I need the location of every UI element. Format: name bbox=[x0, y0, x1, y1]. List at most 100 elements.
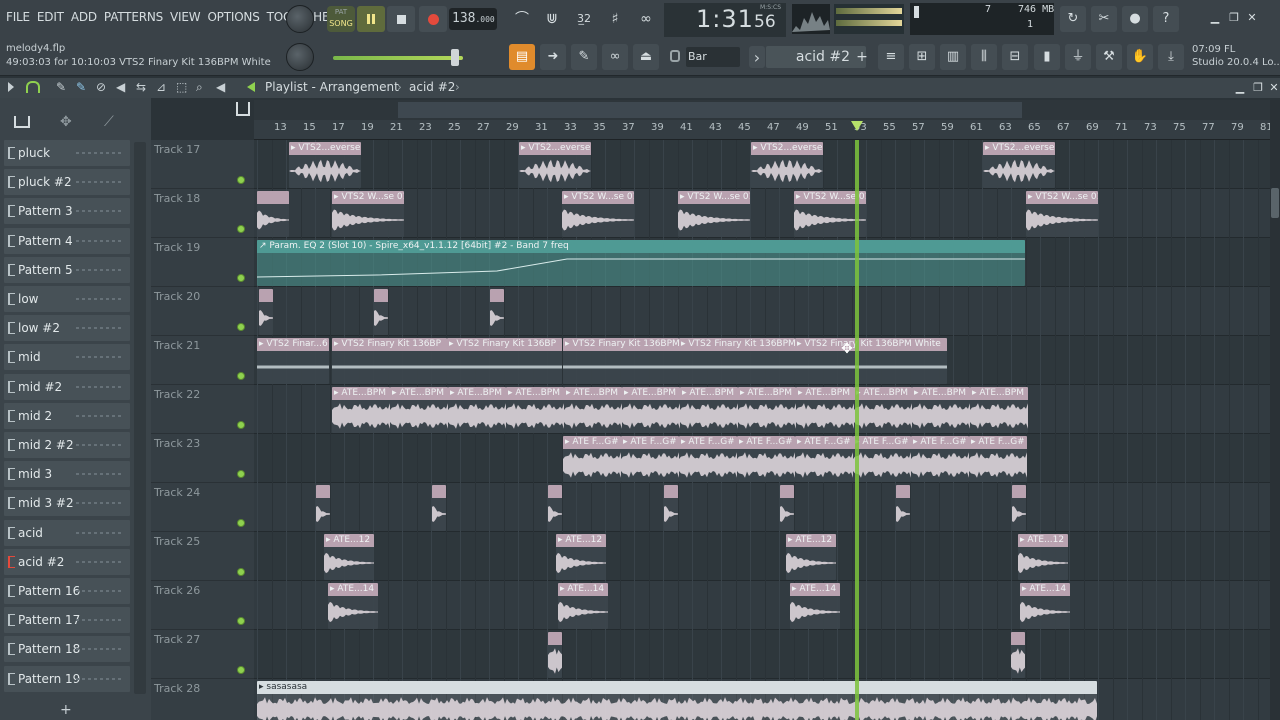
picker-item[interactable]: Pattern 3 bbox=[4, 198, 130, 225]
track-lane[interactable] bbox=[254, 581, 1270, 630]
picker-item[interactable]: acid bbox=[4, 519, 130, 546]
track-header[interactable]: Track 25 bbox=[151, 532, 254, 581]
playlist-grid[interactable]: ▸ VTS2...everse ▸ VTS2...everse ▸ VTS2...e… bbox=[254, 140, 1270, 720]
picker-audio-icon[interactable]: ✥ bbox=[60, 114, 72, 130]
playlist-minimize-icon[interactable]: ▁ bbox=[1232, 80, 1248, 96]
track-header[interactable]: Track 26 bbox=[151, 581, 254, 630]
audio-clip[interactable] bbox=[780, 485, 794, 531]
tempo-display[interactable]: 138.000 bbox=[449, 8, 497, 30]
link-icon[interactable]: ∞ bbox=[602, 44, 628, 70]
undo-history-icon[interactable]: ↻ bbox=[1060, 6, 1086, 32]
close-icon[interactable]: ✕ bbox=[1244, 10, 1260, 26]
record-button[interactable] bbox=[419, 6, 447, 32]
audio-clip[interactable] bbox=[1012, 485, 1026, 531]
menu-add[interactable]: ADD bbox=[71, 10, 97, 24]
track-lane[interactable] bbox=[254, 189, 1270, 238]
audio-clip[interactable] bbox=[432, 485, 446, 531]
menu-patterns[interactable]: PATTERNS bbox=[104, 10, 163, 24]
track-mute-led[interactable] bbox=[237, 568, 245, 576]
track-header[interactable]: Track 20 bbox=[151, 287, 254, 336]
audio-clip[interactable]: ▸ ATE...12 bbox=[556, 534, 606, 580]
audio-clip[interactable] bbox=[374, 289, 388, 335]
audio-clip[interactable]: ▸ ATE F...G# bbox=[795, 436, 853, 482]
picker-item[interactable]: low #2 bbox=[4, 315, 130, 342]
audio-clip[interactable]: ▸ ATE...12 bbox=[1018, 534, 1068, 580]
picker-scrollbar[interactable] bbox=[134, 142, 146, 694]
audio-clip[interactable]: ▸ ATE...14 bbox=[790, 583, 840, 629]
pattern-prev-icon[interactable]: › bbox=[749, 46, 765, 68]
audio-clip[interactable]: ▸ VTS2...everse bbox=[289, 142, 361, 188]
arrow-right-icon[interactable]: ➜ bbox=[540, 44, 566, 70]
audio-clip[interactable] bbox=[257, 191, 289, 237]
microphone-icon[interactable]: ● bbox=[1122, 6, 1148, 32]
track-mute-led[interactable] bbox=[237, 323, 245, 331]
picker-automation-icon[interactable]: ⟋ bbox=[104, 114, 114, 130]
track-header[interactable]: Track 17 bbox=[151, 140, 254, 189]
overview-viewport[interactable] bbox=[398, 102, 1022, 118]
audio-clip[interactable]: ▸ sasasasa bbox=[257, 681, 1097, 720]
track-header[interactable]: Track 19 bbox=[151, 238, 254, 287]
audio-clip[interactable]: ▸ ATE...BPM bbox=[390, 387, 448, 433]
main-volume-knob[interactable] bbox=[286, 5, 314, 33]
audio-clip[interactable] bbox=[664, 485, 678, 531]
audio-clip[interactable]: ▸ VTS2 Finary Kit 136BPM White bbox=[795, 338, 947, 384]
step-edit-icon[interactable]: ♯ bbox=[603, 8, 627, 30]
audio-clip[interactable]: ▸ ATE F...G# bbox=[969, 436, 1027, 482]
audio-clip[interactable]: ▸ ATE F...G# bbox=[563, 436, 621, 482]
snap-select[interactable]: Bar bbox=[686, 47, 740, 67]
playback-tool-icon[interactable]: ◀ bbox=[216, 80, 225, 94]
plugin-picker-icon[interactable]: ▮ bbox=[1034, 44, 1060, 70]
track-lane[interactable] bbox=[254, 287, 1270, 336]
audio-clip[interactable]: ▸ ATE...BPM bbox=[332, 387, 390, 433]
menu-view[interactable]: VIEW bbox=[170, 10, 201, 24]
picker-patterns-icon[interactable] bbox=[14, 116, 30, 128]
playhead-marker-icon[interactable] bbox=[851, 121, 863, 131]
audio-clip[interactable]: ▸ ATE F...G# bbox=[911, 436, 969, 482]
audio-clip[interactable]: ▸ ATE...14 bbox=[328, 583, 378, 629]
picker-item[interactable]: mid 2 bbox=[4, 402, 130, 429]
audio-clip[interactable]: ▸ VTS2 W...se 01 bbox=[1026, 191, 1098, 237]
picker-item[interactable]: Pattern 16 bbox=[4, 578, 130, 604]
maximize-icon[interactable]: ❐ bbox=[1226, 10, 1242, 26]
audio-clip[interactable]: ▸ VTS2 Finary Kit 136BP bbox=[332, 338, 447, 384]
pause-button[interactable] bbox=[357, 6, 385, 32]
audio-clip[interactable]: ▸ ATE...BPM bbox=[796, 387, 854, 433]
audio-clip[interactable]: ▸ ATE...BPM bbox=[506, 387, 564, 433]
audio-clip[interactable]: ▸ ATE...BPM bbox=[448, 387, 506, 433]
playlist-maximize-icon[interactable]: ❐ bbox=[1250, 80, 1266, 96]
track-header[interactable]: Track 24 bbox=[151, 483, 254, 532]
metronome-icon[interactable]: ⌒ bbox=[510, 8, 534, 30]
track-lane[interactable] bbox=[254, 483, 1270, 532]
pattern-selector[interactable]: acid #2 bbox=[766, 46, 866, 68]
track-header[interactable]: Track 18 bbox=[151, 189, 254, 238]
audio-clip[interactable] bbox=[1011, 632, 1025, 678]
picker-item[interactable]: mid 3 bbox=[4, 461, 130, 488]
track-mute-led[interactable] bbox=[237, 519, 245, 527]
audio-clip[interactable] bbox=[896, 485, 910, 531]
cut-tools-icon[interactable]: ✂ bbox=[1091, 6, 1117, 32]
audio-clip[interactable]: ▸ ATE...14 bbox=[558, 583, 608, 629]
minimize-icon[interactable]: ▁ bbox=[1207, 10, 1223, 26]
audio-clip[interactable]: ▸ VTS2...everse bbox=[751, 142, 823, 188]
audio-clip[interactable]: ▸ ATE...BPM bbox=[912, 387, 970, 433]
main-pitch-knob[interactable] bbox=[286, 43, 314, 71]
menu-options[interactable]: OPTIONS bbox=[207, 10, 259, 24]
snap-icon[interactable] bbox=[26, 81, 40, 93]
audio-clip[interactable]: ▸ VTS2 W...se 01 bbox=[562, 191, 634, 237]
mute-tool-icon[interactable]: ◀ bbox=[116, 80, 125, 94]
channel-rack-icon[interactable]: ▥ bbox=[940, 44, 966, 70]
playlist-close-icon[interactable]: ✕ bbox=[1266, 80, 1280, 96]
stop-button[interactable] bbox=[387, 6, 415, 32]
picker-add-icon[interactable]: + bbox=[60, 702, 72, 718]
playlist-titlebar[interactable] bbox=[0, 78, 1280, 98]
playlist-play-icon[interactable] bbox=[247, 82, 255, 92]
picker-item[interactable]: mid 3 #2 bbox=[4, 490, 130, 517]
picker-item[interactable]: Pattern 17 bbox=[4, 607, 130, 634]
audio-clip[interactable]: ▸ VTS2 Finar...6 bbox=[257, 338, 329, 384]
slice-tool-icon[interactable]: ⊿ bbox=[156, 80, 166, 94]
mixer-icon[interactable]: ⫼ bbox=[971, 44, 997, 70]
menu-file[interactable]: FILE bbox=[6, 10, 30, 24]
audio-clip[interactable]: ▸ ATE...BPM bbox=[680, 387, 738, 433]
track-mute-led[interactable] bbox=[237, 225, 245, 233]
audio-clip[interactable]: ▸ ATE...14 bbox=[1020, 583, 1070, 629]
